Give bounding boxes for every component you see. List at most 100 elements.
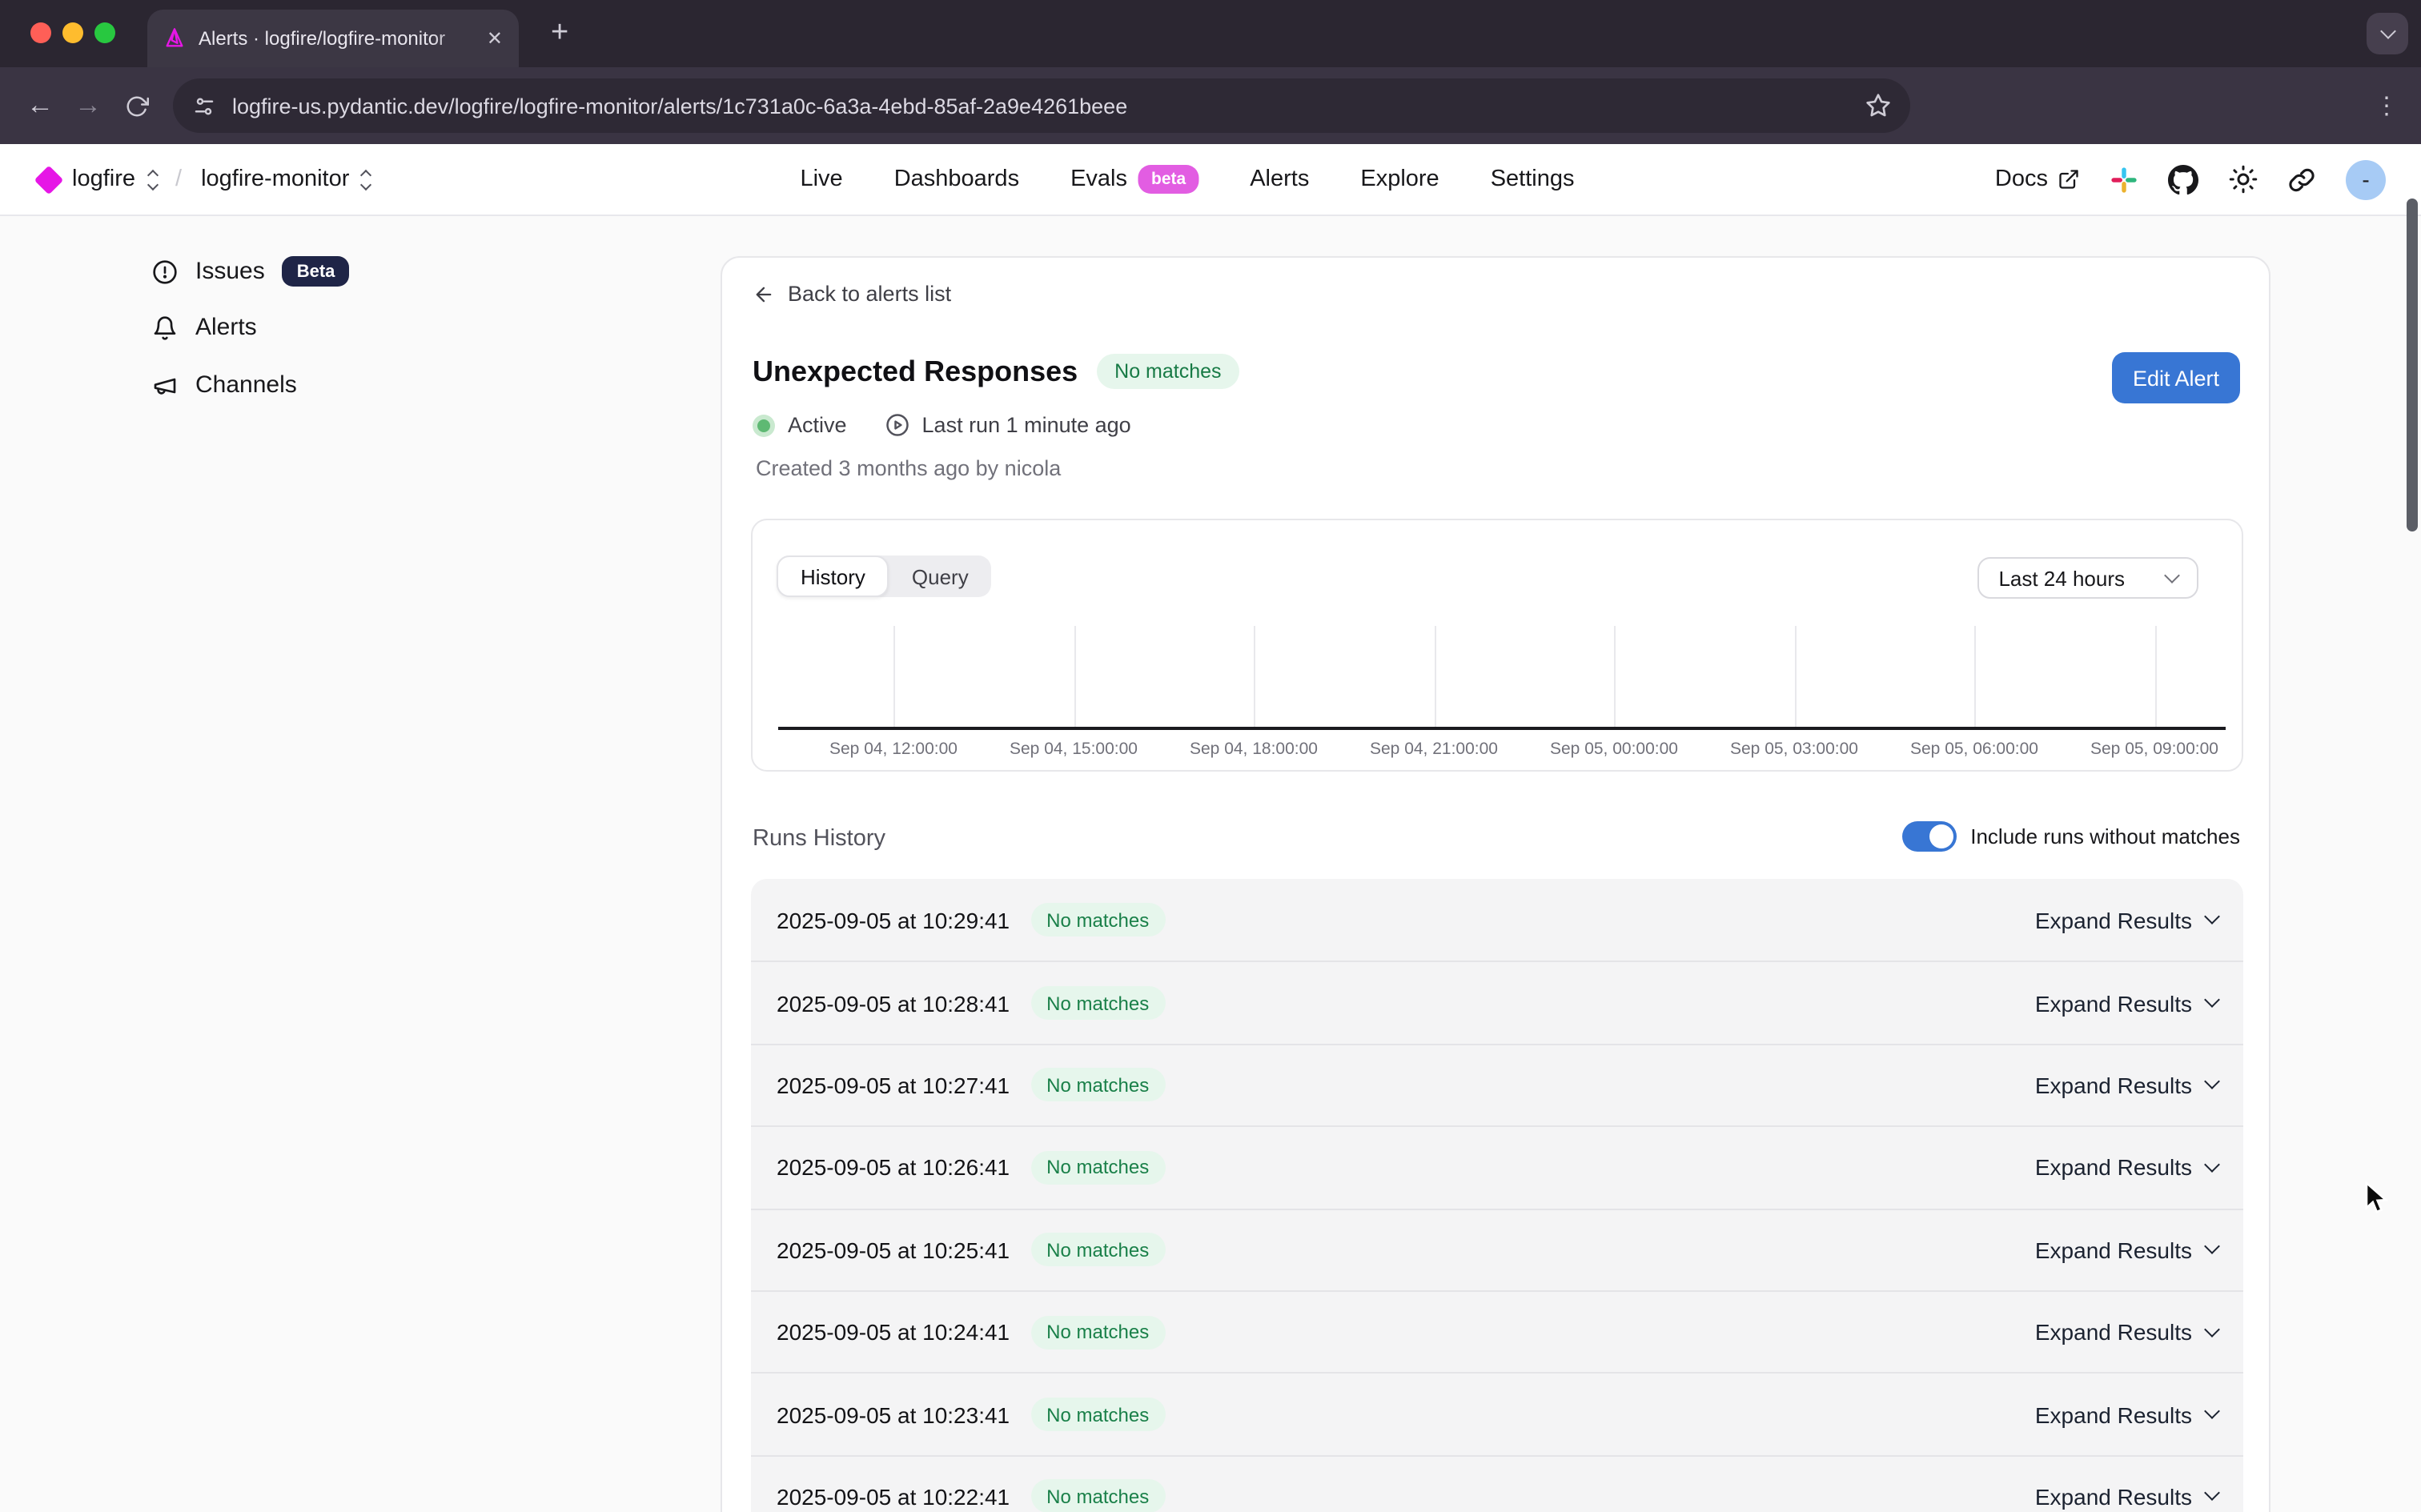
run-row[interactable]: 2025-09-05 at 10:22:41 No matches Expand… <box>751 1454 2243 1512</box>
expand-results-button[interactable]: Expand Results <box>2035 1237 2218 1263</box>
chevron-down-icon <box>2204 1157 2220 1173</box>
breadcrumb-separator: / <box>175 166 182 192</box>
run-row[interactable]: 2025-09-05 at 10:24:41 No matches Expand… <box>751 1290 2243 1373</box>
runs-list: 2025-09-05 at 10:29:41 No matches Expand… <box>751 879 2243 1512</box>
run-row[interactable]: 2025-09-05 at 10:26:41 No matches Expand… <box>751 1125 2243 1208</box>
chevron-down-icon <box>2204 1486 2220 1502</box>
browser-menu-icon[interactable]: ⋮ <box>2375 91 2399 120</box>
site-settings-icon[interactable] <box>192 94 216 118</box>
x-tick-label: Sep 05, 00:00:00 <box>1526 740 1702 759</box>
run-row[interactable]: 2025-09-05 at 10:28:41 No matches Expand… <box>751 961 2243 1044</box>
browser-back-button[interactable]: ← <box>16 90 64 122</box>
nav-right: Docs - <box>1995 159 2386 199</box>
history-chart: Sep 04, 12:00:00 Sep 04, 15:00:00 Sep 04… <box>778 626 2226 727</box>
theme-sun-icon[interactable] <box>2229 165 2258 194</box>
expand-results-button[interactable]: Expand Results <box>2035 1155 2218 1181</box>
expand-results-button[interactable]: Expand Results <box>2035 1402 2218 1427</box>
run-row[interactable]: 2025-09-05 at 10:29:41 No matches Expand… <box>751 879 2243 961</box>
nav-item-dashboards[interactable]: Dashboards <box>894 166 1019 192</box>
new-tab-button[interactable]: + <box>551 16 568 51</box>
docs-link[interactable]: Docs <box>1995 166 2080 192</box>
url-text: logfire-us.pydantic.dev/logfire/logfire-… <box>232 94 1849 118</box>
issues-beta-badge: Beta <box>283 256 350 287</box>
alert-detail-panel: Back to alerts list Unexpected Responses… <box>721 256 2270 1512</box>
tab-query[interactable]: Query <box>889 555 991 597</box>
expand-results-button[interactable]: Expand Results <box>2035 990 2218 1016</box>
user-avatar[interactable]: - <box>2346 159 2386 199</box>
chevron-down-icon <box>2204 908 2220 924</box>
chevron-down-icon <box>2204 992 2220 1008</box>
created-meta: Created 3 months ago by nicola <box>756 456 1061 480</box>
run-row[interactable]: 2025-09-05 at 10:23:41 No matches Expand… <box>751 1373 2243 1455</box>
page-title: Unexpected Responses <box>753 355 1078 388</box>
org-selector-icon[interactable] <box>148 170 156 188</box>
active-status: Active <box>753 413 847 437</box>
expand-results-button[interactable]: Expand Results <box>2035 1484 2218 1510</box>
tab-history[interactable]: History <box>777 555 889 597</box>
bell-icon <box>152 315 178 340</box>
share-link-icon[interactable] <box>2288 166 2315 193</box>
run-status-badge: No matches <box>1030 903 1165 936</box>
app-nav: logfire / logfire-monitor Live Dashboard… <box>0 144 2421 216</box>
run-status-badge: No matches <box>1030 1315 1165 1349</box>
x-tick-label: Sep 04, 12:00:00 <box>805 740 982 759</box>
browser-forward-button[interactable]: → <box>64 90 112 122</box>
browser-tab-strip: Alerts · logfire/logfire-monitor ✕ + <box>0 0 2421 67</box>
chart-x-axis <box>778 727 2226 730</box>
run-status-badge: No matches <box>1030 986 1165 1020</box>
minimize-window-button[interactable] <box>62 22 83 43</box>
expand-results-button[interactable]: Expand Results <box>2035 1319 2218 1345</box>
slack-icon[interactable] <box>2110 166 2138 193</box>
nav-item-settings[interactable]: Settings <box>1491 166 1575 192</box>
x-tick-label: Sep 04, 21:00:00 <box>1346 740 1522 759</box>
maximize-window-button[interactable] <box>94 22 115 43</box>
back-to-alerts-link[interactable]: Back to alerts list <box>753 282 951 306</box>
browser-reload-button[interactable] <box>112 94 160 118</box>
browser-tab[interactable]: Alerts · logfire/logfire-monitor ✕ <box>147 10 519 67</box>
chevron-down-icon <box>2204 1074 2220 1090</box>
run-status-badge: No matches <box>1030 1398 1165 1431</box>
nav-item-explore[interactable]: Explore <box>1360 166 1439 192</box>
run-status-badge: No matches <box>1030 1480 1165 1512</box>
x-tick-label: Sep 05, 03:00:00 <box>1706 740 1882 759</box>
nav-item-evals[interactable]: Evals beta <box>1070 165 1198 194</box>
tab-search-button[interactable] <box>2367 13 2408 54</box>
nav-item-live[interactable]: Live <box>800 166 842 192</box>
expand-results-button[interactable]: Expand Results <box>2035 907 2218 932</box>
sidebar-item-alerts[interactable]: Alerts <box>152 314 257 341</box>
org-selector[interactable]: logfire <box>72 166 135 192</box>
megaphone-icon <box>152 372 178 398</box>
external-link-icon <box>2058 168 2080 191</box>
last-run-status: Last run 1 minute ago <box>885 413 1131 437</box>
close-window-button[interactable] <box>30 22 51 43</box>
scrollbar-thumb[interactable] <box>2407 199 2417 531</box>
sidebar-item-issues[interactable]: Issues Beta <box>152 256 349 287</box>
app-window: Alerts · logfire/logfire-monitor ✕ + ← →… <box>0 0 2421 1512</box>
include-runs-toggle[interactable] <box>1901 821 1956 852</box>
browser-toolbar: ← → logfire-us.pydantic.dev/logfire/logf… <box>0 67 2421 144</box>
time-range-dropdown[interactable]: Last 24 hours <box>1977 557 2198 599</box>
project-selector[interactable]: logfire-monitor <box>201 166 349 192</box>
url-bar[interactable]: logfire-us.pydantic.dev/logfire/logfire-… <box>173 78 1910 133</box>
include-runs-toggle-row: Include runs without matches <box>1901 821 2240 852</box>
favicon-logfire-icon <box>163 27 186 50</box>
run-status-badge: No matches <box>1030 1069 1165 1102</box>
alert-status-badge: No matches <box>1097 354 1239 389</box>
edit-alert-button[interactable]: Edit Alert <box>2112 352 2240 403</box>
x-tick-label: Sep 05, 06:00:00 <box>1886 740 2062 759</box>
status-row: Active Last run 1 minute ago <box>753 413 1131 437</box>
bookmark-star-icon[interactable] <box>1865 93 1891 118</box>
chevron-down-icon <box>2164 568 2180 584</box>
evals-beta-badge: beta <box>1138 165 1198 194</box>
sidebar-item-channels[interactable]: Channels <box>152 371 297 399</box>
project-selector-icon[interactable] <box>362 170 370 188</box>
logfire-logo-icon <box>34 165 64 195</box>
run-row[interactable]: 2025-09-05 at 10:25:41 No matches Expand… <box>751 1208 2243 1290</box>
nav-item-alerts[interactable]: Alerts <box>1250 166 1309 192</box>
arrow-left-icon <box>753 283 775 305</box>
github-icon[interactable] <box>2168 164 2198 195</box>
alert-circle-icon <box>152 259 178 284</box>
tab-close-icon[interactable]: ✕ <box>487 27 503 50</box>
expand-results-button[interactable]: Expand Results <box>2035 1073 2218 1098</box>
run-row[interactable]: 2025-09-05 at 10:27:41 No matches Expand… <box>751 1044 2243 1126</box>
